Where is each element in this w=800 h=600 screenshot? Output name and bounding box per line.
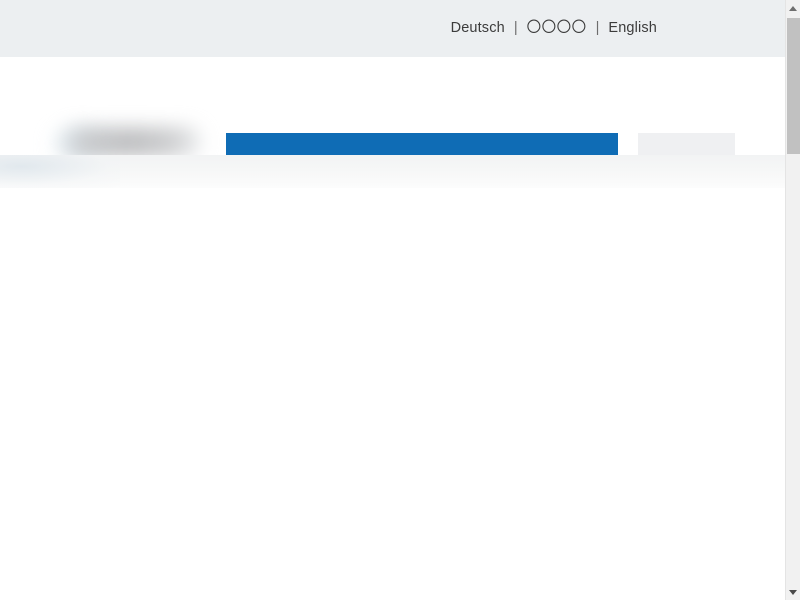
language-separator-1: |: [513, 20, 518, 37]
header-underband-tint: [0, 155, 120, 188]
browser-viewport: Deutsch | 〇〇〇〇 | English HOME: [0, 0, 800, 600]
page-canvas: Deutsch | 〇〇〇〇 | English HOME: [0, 0, 785, 600]
language-link-cjk[interactable]: 〇〇〇〇: [527, 21, 587, 36]
site-header: HOME ABOUT US MATERIAL PRODUCTS SERVICE: [0, 57, 785, 212]
vertical-scrollbar[interactable]: [785, 0, 800, 600]
scroll-up-button[interactable]: [786, 0, 800, 16]
language-link-deutsch[interactable]: Deutsch: [451, 21, 505, 36]
chevron-down-icon: [789, 589, 797, 595]
language-separator-2: |: [595, 20, 600, 37]
main-content: [0, 188, 785, 600]
scroll-down-button[interactable]: [786, 584, 800, 600]
chevron-up-icon: [789, 5, 797, 11]
scrollbar-thumb[interactable]: [787, 18, 800, 154]
header-underband: [0, 155, 785, 188]
language-link-english[interactable]: English: [608, 21, 657, 36]
logo-blur-mark: [62, 127, 202, 157]
language-links: Deutsch | 〇〇〇〇 | English: [0, 0, 735, 57]
language-bar: Deutsch | 〇〇〇〇 | English: [0, 0, 785, 57]
